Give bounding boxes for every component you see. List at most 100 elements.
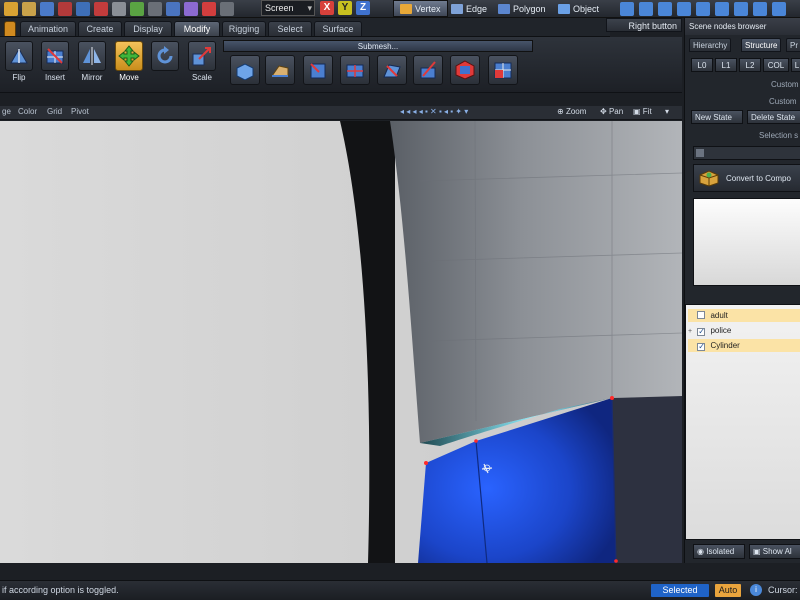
new-file-icon[interactable] bbox=[4, 1, 18, 16]
tab-animation[interactable]: Animation bbox=[20, 21, 76, 36]
copy-icon[interactable] bbox=[112, 1, 126, 16]
tree-row-police[interactable]: + ✓ police bbox=[688, 324, 800, 337]
tab-structure[interactable]: Structure bbox=[741, 38, 782, 52]
cut-edge-tool[interactable] bbox=[413, 55, 443, 85]
cone-icon[interactable] bbox=[639, 2, 653, 16]
lod-0-button[interactable]: L0 bbox=[691, 58, 713, 72]
show-all-button[interactable]: ▣ Show Al bbox=[749, 543, 800, 559]
vertex-mode-button[interactable]: Vertex bbox=[393, 0, 448, 17]
lod-col-button[interactable]: COL bbox=[763, 58, 789, 72]
lod-0-label: L0 bbox=[697, 61, 707, 70]
visibility-checkbox[interactable]: ✓ bbox=[697, 328, 706, 336]
view-controls-icons[interactable]: ◂ ◂ ◂ ◂ ▪ ✕ ▪ ◂ ▪ ✦ ▾ bbox=[400, 107, 468, 116]
globe-icon[interactable] bbox=[130, 1, 144, 16]
tab-select[interactable]: Select bbox=[268, 21, 312, 36]
tab-create[interactable]: Create bbox=[78, 21, 122, 36]
tab-properties[interactable]: Pr bbox=[786, 38, 800, 52]
undo-icon[interactable] bbox=[58, 1, 72, 16]
move-tool[interactable]: Move bbox=[114, 41, 144, 82]
bridge-tool[interactable] bbox=[377, 55, 407, 85]
zoom-label: Zoom bbox=[565, 107, 587, 116]
open-folder-icon[interactable] bbox=[22, 1, 36, 16]
viewport-options-icon[interactable]: ▾ bbox=[665, 107, 669, 116]
new-state-button[interactable]: New State bbox=[691, 110, 743, 124]
state-list[interactable] bbox=[693, 146, 800, 160]
tab-surface[interactable]: Surface bbox=[314, 21, 362, 36]
selected-badge[interactable]: Selected bbox=[651, 584, 709, 597]
viewport-menu-color[interactable]: Color bbox=[18, 107, 37, 116]
insert-tool[interactable]: Insert bbox=[40, 41, 70, 82]
move-tool-label: Move bbox=[119, 73, 139, 82]
tree-row-label: Cylinder bbox=[710, 341, 740, 350]
torus-icon[interactable] bbox=[734, 2, 748, 16]
viewport-scene bbox=[0, 121, 682, 563]
coordinate-space-dropdown[interactable]: Screen ▾ bbox=[261, 0, 315, 16]
grid-icon[interactable] bbox=[148, 1, 162, 16]
3d-viewport[interactable] bbox=[0, 121, 682, 563]
polygon-mode-button[interactable]: Polygon bbox=[492, 0, 552, 17]
cut-icon[interactable] bbox=[94, 1, 108, 16]
pan-button[interactable]: ✥ Pan bbox=[600, 107, 623, 116]
right-button-toggle[interactable]: Right button bbox=[606, 18, 682, 32]
split-tool[interactable] bbox=[303, 55, 333, 85]
object-mode-button[interactable]: Object bbox=[552, 0, 605, 17]
tab-display[interactable]: Display bbox=[124, 21, 172, 36]
grey-mesh-body bbox=[390, 121, 682, 443]
rotate-tool[interactable] bbox=[150, 41, 180, 73]
tree-row-adult[interactable]: adult bbox=[688, 309, 800, 322]
vertex-marker[interactable] bbox=[610, 396, 614, 400]
tab-hierarchy[interactable]: Hierarchy bbox=[689, 38, 732, 52]
save-icon[interactable] bbox=[40, 1, 54, 16]
tab-rigging[interactable]: Rigging bbox=[222, 21, 266, 36]
lod-extra-button[interactable]: L bbox=[791, 58, 800, 72]
vertex-marker[interactable] bbox=[474, 439, 478, 443]
cylinder-icon[interactable] bbox=[677, 2, 691, 16]
snap-icon[interactable] bbox=[202, 1, 216, 16]
axis-z-toggle[interactable]: Z bbox=[356, 1, 370, 15]
sphere-icon[interactable] bbox=[696, 2, 710, 16]
box-icon[interactable] bbox=[715, 2, 729, 16]
plane-icon[interactable] bbox=[620, 2, 634, 16]
weld-tool[interactable] bbox=[340, 55, 370, 85]
smooth-tool[interactable] bbox=[488, 55, 518, 85]
expand-plus-icon[interactable]: + bbox=[688, 325, 695, 338]
vertex-marker[interactable] bbox=[614, 559, 618, 563]
mirror-tool[interactable]: Mirror bbox=[77, 41, 107, 82]
capsule-icon[interactable] bbox=[772, 2, 786, 16]
convert-to-component-button[interactable]: Convert to Compo bbox=[693, 164, 800, 192]
transform-icon[interactable] bbox=[220, 1, 234, 16]
viewport-menu-grid[interactable]: Grid bbox=[47, 107, 62, 116]
isolated-button[interactable]: ◉ Isolated bbox=[693, 543, 745, 559]
axis-y-toggle[interactable]: Y bbox=[338, 1, 352, 15]
flip-tool[interactable]: Flip bbox=[4, 41, 34, 82]
fit-button[interactable]: ▣ Fit bbox=[633, 107, 652, 116]
submesh-group-header[interactable]: Submesh... bbox=[223, 40, 533, 52]
visibility-checkbox[interactable]: ✓ bbox=[697, 343, 706, 351]
extrude-tool[interactable] bbox=[230, 55, 260, 85]
lod-1-button[interactable]: L1 bbox=[715, 58, 737, 72]
lod-2-button[interactable]: L2 bbox=[739, 58, 761, 72]
auto-badge[interactable]: Auto bbox=[715, 584, 741, 597]
cube-icon[interactable] bbox=[658, 2, 672, 16]
tube-icon[interactable] bbox=[753, 2, 767, 16]
scale-icon bbox=[188, 41, 216, 71]
visibility-checkbox[interactable] bbox=[697, 311, 706, 319]
vertex-marker[interactable] bbox=[424, 461, 428, 465]
redo-icon[interactable] bbox=[76, 1, 90, 16]
tree-row-cylinder[interactable]: ✓ Cylinder bbox=[688, 339, 800, 352]
magnet-icon[interactable] bbox=[184, 1, 198, 16]
axis-x-toggle[interactable]: X bbox=[320, 1, 334, 15]
axis-z-label: Z bbox=[359, 2, 367, 13]
tab-modify[interactable]: Modify bbox=[174, 21, 220, 36]
edge-mode-button[interactable]: Edge bbox=[445, 0, 493, 17]
viewport-menu-pivot[interactable]: Pivot bbox=[71, 107, 89, 116]
side-polygon bbox=[612, 396, 682, 563]
scale-tool[interactable]: Scale bbox=[187, 41, 217, 82]
bevel-tool[interactable] bbox=[265, 55, 295, 85]
viewport-menu-ge[interactable]: ge bbox=[2, 107, 11, 116]
app-menu-button[interactable] bbox=[4, 21, 16, 36]
link-icon[interactable] bbox=[166, 1, 180, 16]
subdivide-tool[interactable] bbox=[450, 55, 480, 85]
zoom-button[interactable]: ⊕ Zoom bbox=[557, 107, 586, 116]
delete-state-button[interactable]: Delete State bbox=[747, 110, 800, 124]
